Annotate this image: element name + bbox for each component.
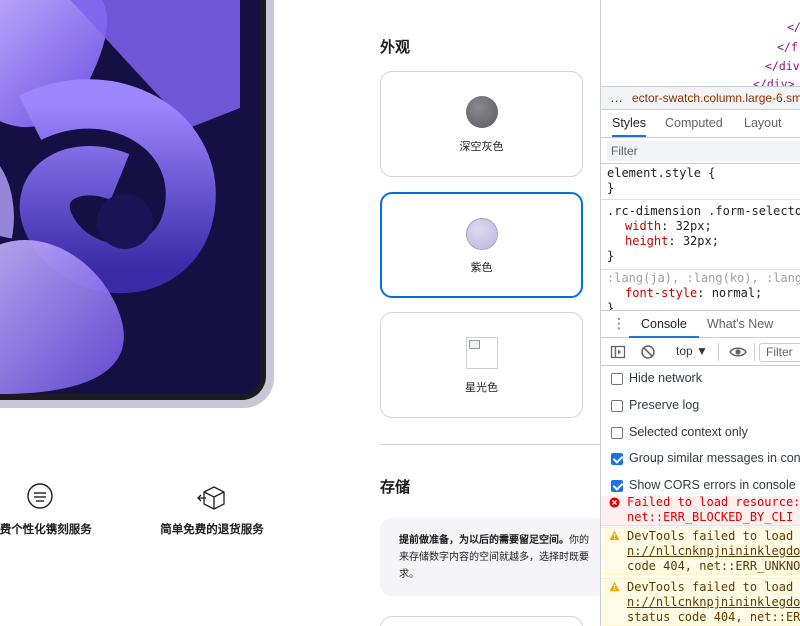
return-box-icon xyxy=(197,486,225,510)
console-warning-message[interactable]: DevTools failed to load n://nllcnknpjnin… xyxy=(601,578,800,626)
styles-filter-bar: Filter xyxy=(601,138,800,164)
color-dot-space-gray xyxy=(465,96,498,128)
error-icon xyxy=(609,497,620,508)
console-toolbar: top ▼ Filter xyxy=(601,338,800,366)
swatch-label: 紫色 xyxy=(470,262,493,274)
feature-engraving: 免费个性化镌刻服务 xyxy=(0,480,120,538)
feature-returns-label: 简单免费的退货服务 xyxy=(160,524,264,536)
prop-name[interactable]: height xyxy=(625,234,668,248)
console-settings: Hide network Preserve log Selected conte… xyxy=(601,366,800,496)
appearance-heading: 外观 xyxy=(380,39,411,56)
breadcrumb-more-icon[interactable]: … xyxy=(610,90,623,105)
product-page: 免费个性化镌刻服务 简单免费的退货服务 外观 深空灰色 紫色 星光色 存储 提前… xyxy=(0,0,600,626)
checkbox-selected-context[interactable] xyxy=(611,427,623,439)
option-label: Preserve log xyxy=(629,398,700,412)
swatch-purple[interactable]: 紫色 xyxy=(380,192,583,298)
live-expression-eye-icon[interactable] xyxy=(729,344,747,360)
toolbar-divider xyxy=(754,343,755,361)
rule-close: } xyxy=(607,301,615,310)
console-warning-message[interactable]: DevTools failed to load n://nllcnknpjnin… xyxy=(601,527,800,575)
checkbox-preserve-log[interactable] xyxy=(611,400,623,412)
storage-note-text: 你的 xyxy=(569,535,589,546)
message-text: status code 404, net::ERI xyxy=(627,610,800,624)
message-text: net::ERR_BLOCKED_BY_CLI xyxy=(627,510,794,524)
more-options-icon[interactable]: ⋮ xyxy=(612,315,626,332)
styles-pane: element.style { } .rc-dimension .form-se… xyxy=(601,164,800,310)
sidebar-toggle-icon[interactable] xyxy=(610,344,626,360)
toolbar-divider xyxy=(718,343,719,361)
storage-note: 提前做准备，为以后的需要留足空间。你的 来存储数字内容的空间就越多，选择时既要 … xyxy=(380,518,600,596)
prop-name[interactable]: font-style xyxy=(625,286,697,300)
rule-close: } xyxy=(607,249,615,263)
checkbox-hide-network[interactable] xyxy=(611,373,623,385)
engraving-icon xyxy=(27,483,53,509)
storage-note-line3: 求。 xyxy=(399,569,419,580)
ipad-product-image xyxy=(0,0,274,408)
option-label: Group similar messages in cons xyxy=(629,451,800,465)
option-label: Show CORS errors in console xyxy=(629,478,796,492)
checkbox-group-similar[interactable] xyxy=(611,453,623,465)
storage-note-bold: 提前做准备，为以后的需要留足空间。 xyxy=(399,535,569,546)
rule-close: } xyxy=(607,181,615,195)
storage-heading: 存储 xyxy=(380,479,411,496)
swatch-starlight[interactable]: 星光色 xyxy=(380,312,583,418)
rule-selector: .rc-dimension .form-selecto xyxy=(607,204,800,218)
rule-selector: :lang(ja), :lang(ko), :lang xyxy=(607,271,800,285)
feature-returns: 简单免费的退货服务 xyxy=(132,480,292,538)
message-text: DevTools failed to load xyxy=(627,580,794,594)
tab-console[interactable]: Console xyxy=(629,311,699,338)
console-messages: Failed to load resource: net::ERR_BLOCKE… xyxy=(601,496,800,626)
rule-selector: element.style { xyxy=(607,166,716,180)
context-selector[interactable]: top ▼ xyxy=(676,344,708,358)
warning-icon xyxy=(609,581,620,592)
console-error-message[interactable]: Failed to load resource: net::ERR_BLOCKE… xyxy=(601,496,800,526)
storage-note-line2: 来存储数字内容的空间就越多，选择时既要 xyxy=(399,552,589,563)
tab-whats-new[interactable]: What's New xyxy=(707,311,773,338)
prop-value[interactable]: 32px; xyxy=(683,234,719,248)
styles-tabbar: Styles Computed Layout xyxy=(601,110,800,138)
tab-computed[interactable]: Computed xyxy=(665,110,723,137)
option-label: Hide network xyxy=(629,371,702,385)
breadcrumb-item[interactable]: ector-swatch.column.large-6.sm xyxy=(632,91,800,105)
styles-filter-input[interactable]: Filter xyxy=(607,141,800,161)
storage-option-card[interactable] xyxy=(380,616,583,626)
checkbox-show-cors[interactable] xyxy=(611,480,623,492)
message-text: code 404, net::ERR_UNKNO xyxy=(627,559,800,573)
option-label: Selected context only xyxy=(629,425,748,439)
element-breadcrumb[interactable]: … ector-swatch.column.large-6.sm xyxy=(601,86,800,110)
style-rule-dimension[interactable]: .rc-dimension .form-selecto width: 32px;… xyxy=(601,204,800,270)
prop-value[interactable]: normal; xyxy=(712,286,763,300)
wallpaper-graphic xyxy=(0,0,260,394)
style-rule-lang[interactable]: :lang(ja), :lang(ko), :lang font-style: … xyxy=(601,271,800,310)
broken-image-icon xyxy=(465,337,498,369)
prop-value[interactable]: 32px; xyxy=(676,219,712,233)
section-divider xyxy=(380,444,600,445)
warning-icon xyxy=(609,530,620,541)
dom-node[interactable]: </ xyxy=(787,20,800,34)
ipad-wallpaper xyxy=(0,0,266,400)
feature-engraving-label: 免费个性化镌刻服务 xyxy=(0,524,92,536)
swatch-space-gray[interactable]: 深空灰色 xyxy=(380,71,583,177)
message-link[interactable]: n://nllcnknpjnininklegdo xyxy=(627,544,800,559)
devtools-panel: </ </f </div </div> … ector-swatch.colum… xyxy=(600,0,800,626)
tab-styles[interactable]: Styles xyxy=(612,110,647,137)
swatch-label: 星光色 xyxy=(465,382,498,394)
drawer-tabbar: ⋮ Console What's New xyxy=(601,310,800,338)
swatch-label: 深空灰色 xyxy=(459,141,504,153)
style-rule-element[interactable]: element.style { } xyxy=(601,166,800,200)
message-text: DevTools failed to load xyxy=(627,529,794,543)
dom-tree[interactable]: </ </f </div </div> xyxy=(601,0,800,91)
console-filter-input[interactable]: Filter xyxy=(759,343,800,362)
dom-node[interactable]: </div xyxy=(765,59,800,73)
prop-name[interactable]: width xyxy=(625,219,661,233)
message-link[interactable]: n://nllcnknpjnininklegdo xyxy=(627,595,800,610)
tab-layout[interactable]: Layout xyxy=(744,110,782,137)
dom-node[interactable]: </f xyxy=(777,40,798,54)
clear-console-icon[interactable] xyxy=(640,344,656,360)
color-dot-purple xyxy=(465,218,498,250)
message-text: Failed to load resource: xyxy=(627,496,800,509)
